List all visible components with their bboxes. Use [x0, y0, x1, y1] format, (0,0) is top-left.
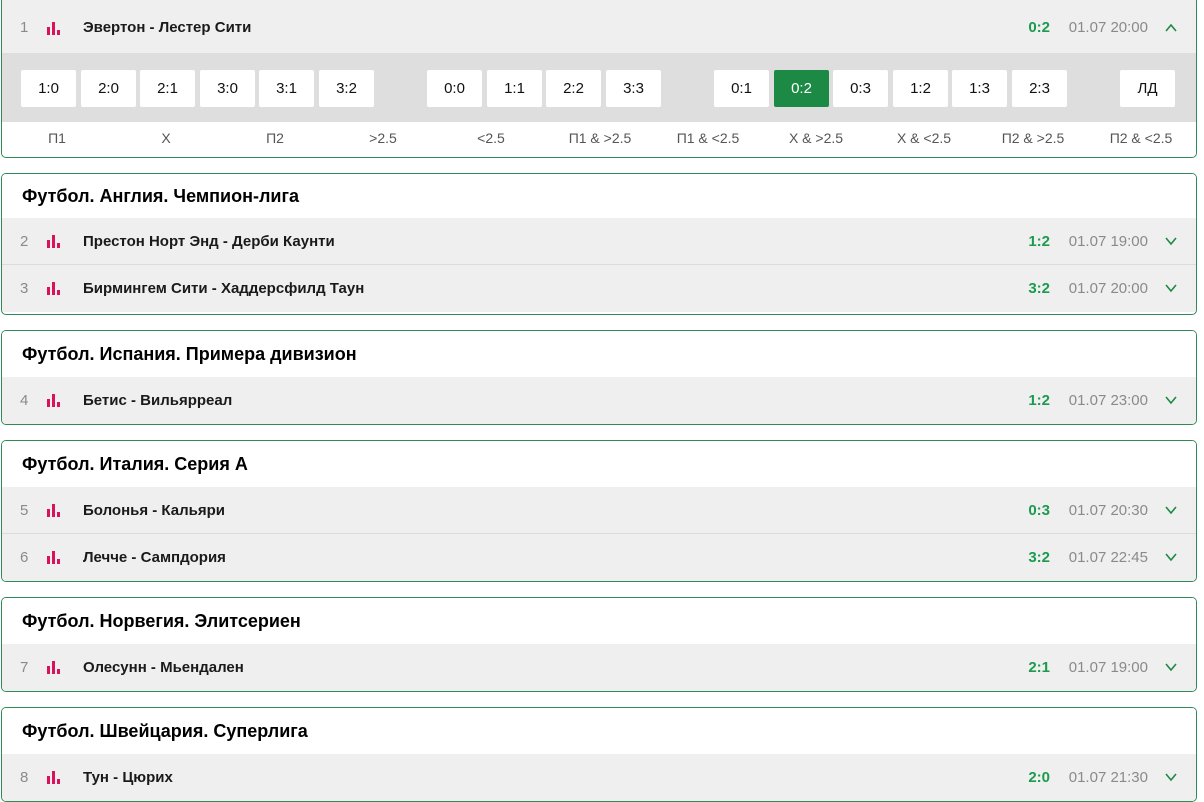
score-option-1-3[interactable]: 1:3: [952, 70, 1007, 107]
chevron-down-icon[interactable]: [1164, 770, 1178, 784]
match-row[interactable]: 7 Олесунн - Мьендален 2:1 01.07 19:00: [2, 644, 1196, 691]
bet-type-labels: П1 Х П2 >2.5 <2.5 П1 & >2.5 П1 & <2.5 Х …: [2, 122, 1196, 155]
match-row[interactable]: 8 Тун - Цюрих 2:0 01.07 21:30: [2, 754, 1196, 801]
score-option-0-1[interactable]: 0:1: [714, 70, 769, 107]
match-time: 01.07 19:00: [1068, 233, 1148, 250]
score-option-2-1[interactable]: 2:1: [140, 70, 195, 107]
match-time: 01.07 19:00: [1068, 659, 1148, 676]
match-name[interactable]: Бетис - Вильярреал: [83, 377, 232, 424]
match-row[interactable]: 4 Бетис - Вильярреал 1:2 01.07 23:00: [2, 377, 1196, 424]
league-card-norway: Футбол. Норвегия. Элитсериен 7 Олесунн -…: [1, 597, 1197, 692]
league-card-england: Футбол. Англия. Чемпион-лига 2 Престон Н…: [1, 173, 1197, 315]
match-number: 5: [20, 502, 29, 519]
score-option-3-1[interactable]: 3:1: [259, 70, 314, 107]
bet-label-p1[interactable]: П1: [7, 122, 107, 155]
score-option-0-0[interactable]: 0:0: [427, 70, 482, 107]
league-card-italy: Футбол. Италия. Серия А 5 Болонья - Каль…: [1, 440, 1197, 582]
score-option-1-2[interactable]: 1:2: [893, 70, 948, 107]
match-time: 01.07 21:30: [1068, 769, 1148, 786]
league-title: Футбол. Швейцария. Суперлига: [2, 708, 1196, 754]
match-number: 1: [20, 19, 29, 36]
league-card-spain: Футбол. Испания. Примера дивизион 4 Бети…: [1, 330, 1197, 425]
bar-chart-icon[interactable]: [47, 771, 63, 784]
score-option-3-3[interactable]: 3:3: [606, 70, 661, 107]
chevron-down-icon[interactable]: [1164, 550, 1178, 564]
bet-label-p2-under[interactable]: П2 & <2.5: [1091, 122, 1191, 155]
expanded-match-card: 1 Эвертон - Лестер Сити 0:2 01.07 20:00 …: [1, 0, 1197, 158]
score-option-0-3[interactable]: 0:3: [833, 70, 888, 107]
match-number: 3: [20, 280, 29, 297]
match-score: 0:3: [1028, 502, 1050, 519]
match-row[interactable]: 2 Престон Норт Энд - Дерби Каунти 1:2 01…: [2, 218, 1196, 265]
bet-label-p2-over[interactable]: П2 & >2.5: [983, 122, 1083, 155]
league-card-switzerland: Футбол. Швейцария. Суперлига 8 Тун - Цюр…: [1, 707, 1197, 802]
match-name[interactable]: Бирмингем Сити - Хаддерсфилд Таун: [83, 265, 364, 312]
match-score: 3:2: [1028, 549, 1050, 566]
match-number: 2: [20, 233, 29, 250]
bar-chart-icon[interactable]: [47, 235, 63, 248]
score-options-grid: 1:0 2:0 2:1 3:0 3:1 3:2 0:0 1:1 2:2 3:3 …: [2, 53, 1196, 122]
match-number: 4: [20, 392, 29, 409]
bar-chart-icon[interactable]: [47, 282, 63, 295]
match-time: 01.07 23:00: [1068, 392, 1148, 409]
bar-chart-icon[interactable]: [47, 661, 63, 674]
bet-label-p2[interactable]: П2: [225, 122, 325, 155]
score-option-3-2[interactable]: 3:2: [319, 70, 374, 107]
match-time: 01.07 20:00: [1068, 19, 1148, 36]
match-name[interactable]: Лечче - Сампдория: [83, 534, 226, 581]
chevron-down-icon[interactable]: [1164, 503, 1178, 517]
match-time: 01.07 20:30: [1068, 502, 1148, 519]
match-time: 01.07 22:45: [1068, 549, 1148, 566]
chevron-down-icon[interactable]: [1164, 393, 1178, 407]
score-option-2-2[interactable]: 2:2: [546, 70, 601, 107]
league-title: Футбол. Испания. Примера дивизион: [2, 331, 1196, 377]
score-option-2-0[interactable]: 2:0: [81, 70, 136, 107]
bar-chart-icon[interactable]: [47, 394, 63, 407]
bet-label-x-over[interactable]: Х & >2.5: [766, 122, 866, 155]
score-option-1-1[interactable]: 1:1: [487, 70, 542, 107]
bar-chart-icon[interactable]: [47, 504, 63, 517]
score-option-0-2-selected[interactable]: 0:2: [774, 70, 829, 107]
match-name[interactable]: Болонья - Кальяри: [83, 487, 225, 534]
match-score: 2:0: [1028, 769, 1050, 786]
league-title: Футбол. Норвегия. Элитсериен: [2, 598, 1196, 644]
score-option-1-0[interactable]: 1:0: [21, 70, 76, 107]
match-row[interactable]: 1 Эвертон - Лестер Сити 0:2 01.07 20:00: [2, 0, 1196, 53]
league-title: Футбол. Англия. Чемпион-лига: [2, 174, 1196, 218]
match-time: 01.07 20:00: [1068, 280, 1148, 297]
match-name[interactable]: Олесунн - Мьендален: [83, 644, 244, 691]
score-option-3-0[interactable]: 3:0: [200, 70, 255, 107]
match-score: 3:2: [1028, 280, 1050, 297]
chevron-down-icon[interactable]: [1164, 234, 1178, 248]
bet-label-x-under[interactable]: Х & <2.5: [874, 122, 974, 155]
match-name[interactable]: Эвертон - Лестер Сити: [83, 0, 251, 59]
bet-label-p1-under[interactable]: П1 & <2.5: [658, 122, 758, 155]
match-row[interactable]: 3 Бирмингем Сити - Хаддерсфилд Таун 3:2 …: [2, 265, 1196, 312]
match-name[interactable]: Престон Норт Энд - Дерби Каунти: [83, 218, 335, 265]
chevron-down-icon[interactable]: [1164, 660, 1178, 674]
bar-chart-icon[interactable]: [47, 22, 63, 35]
bet-label-over-2-5[interactable]: >2.5: [333, 122, 433, 155]
match-row[interactable]: 5 Болонья - Кальяри 0:3 01.07 20:30: [2, 487, 1196, 534]
score-option-draw-ld[interactable]: ЛД: [1120, 70, 1175, 107]
league-title: Футбол. Италия. Серия А: [2, 441, 1196, 487]
match-score: 1:2: [1028, 233, 1050, 250]
match-score: 0:2: [1028, 19, 1050, 36]
chevron-down-icon[interactable]: [1164, 281, 1178, 295]
match-number: 6: [20, 549, 29, 566]
match-score: 1:2: [1028, 392, 1050, 409]
score-option-2-3[interactable]: 2:3: [1012, 70, 1067, 107]
match-row[interactable]: 6 Лечче - Сампдория 3:2 01.07 22:45: [2, 534, 1196, 581]
bet-label-x[interactable]: Х: [116, 122, 216, 155]
bet-label-under-2-5[interactable]: <2.5: [441, 122, 541, 155]
bet-label-p1-over[interactable]: П1 & >2.5: [550, 122, 650, 155]
bar-chart-icon[interactable]: [47, 551, 63, 564]
match-name[interactable]: Тун - Цюрих: [83, 754, 173, 801]
match-number: 7: [20, 659, 29, 676]
match-number: 8: [20, 769, 29, 786]
chevron-up-icon[interactable]: [1164, 21, 1178, 35]
match-score: 2:1: [1028, 659, 1050, 676]
